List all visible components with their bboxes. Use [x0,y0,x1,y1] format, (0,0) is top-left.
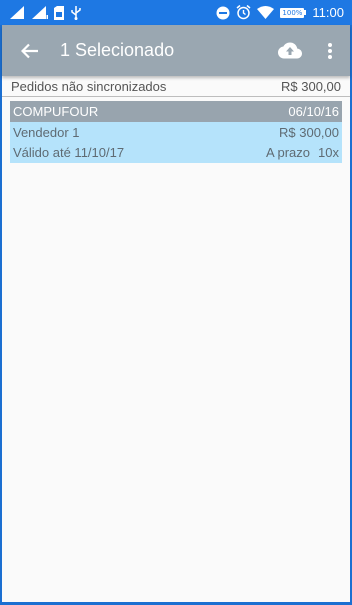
order-date: 06/10/16 [288,104,339,119]
alarm-icon [236,5,251,20]
more-vert-icon [328,42,332,59]
toolbar-actions [270,25,350,76]
order-card-header: COMPUFOUR 06/10/16 [10,101,342,122]
back-arrow-icon [21,43,38,58]
battery-level: 100% [280,7,305,18]
status-bar-right: 100% 11:00 [216,5,344,20]
sim-icon [54,5,64,20]
order-client: COMPUFOUR [13,104,99,119]
status-bar: 100% 11:00 [0,0,352,25]
more-options-button[interactable] [310,25,350,76]
summary-label: Pedidos não sincronizados [11,79,167,94]
order-seller: Vendedor 1 [13,124,80,140]
order-validity-row: Válido até 11/10/17 A prazo 10x [10,142,342,163]
cloud-upload-icon [278,42,302,59]
app-toolbar: 1 Selecionado [2,25,350,76]
summary-total: R$ 300,00 [281,79,341,94]
page-title: 1 Selecionado [60,40,175,60]
usb-icon [71,5,81,20]
order-seller-row: Vendedor 1 R$ 300,00 [10,122,342,142]
signal-icon [32,6,48,19]
order-amount: R$ 300,00 [279,124,339,140]
unsynced-summary: Pedidos não sincronizados R$ 300,00 [2,77,350,97]
dnd-icon [216,6,230,19]
order-payment: A prazo [265,145,311,160]
wifi-icon [257,6,275,19]
back-button[interactable] [8,25,52,76]
order-card[interactable]: COMPUFOUR 06/10/16 Vendedor 1 R$ 300,00 … [10,101,342,163]
order-installments: 10x [318,145,339,160]
sync-upload-button[interactable] [270,25,310,76]
order-payment-group: A prazo 10x [266,145,339,160]
status-bar-left [10,5,82,20]
order-validity: Válido até 11/10/17 [13,145,125,160]
battery-icon: 100% [280,7,307,18]
status-time: 11:00 [312,5,344,20]
signal-icon [10,6,24,19]
